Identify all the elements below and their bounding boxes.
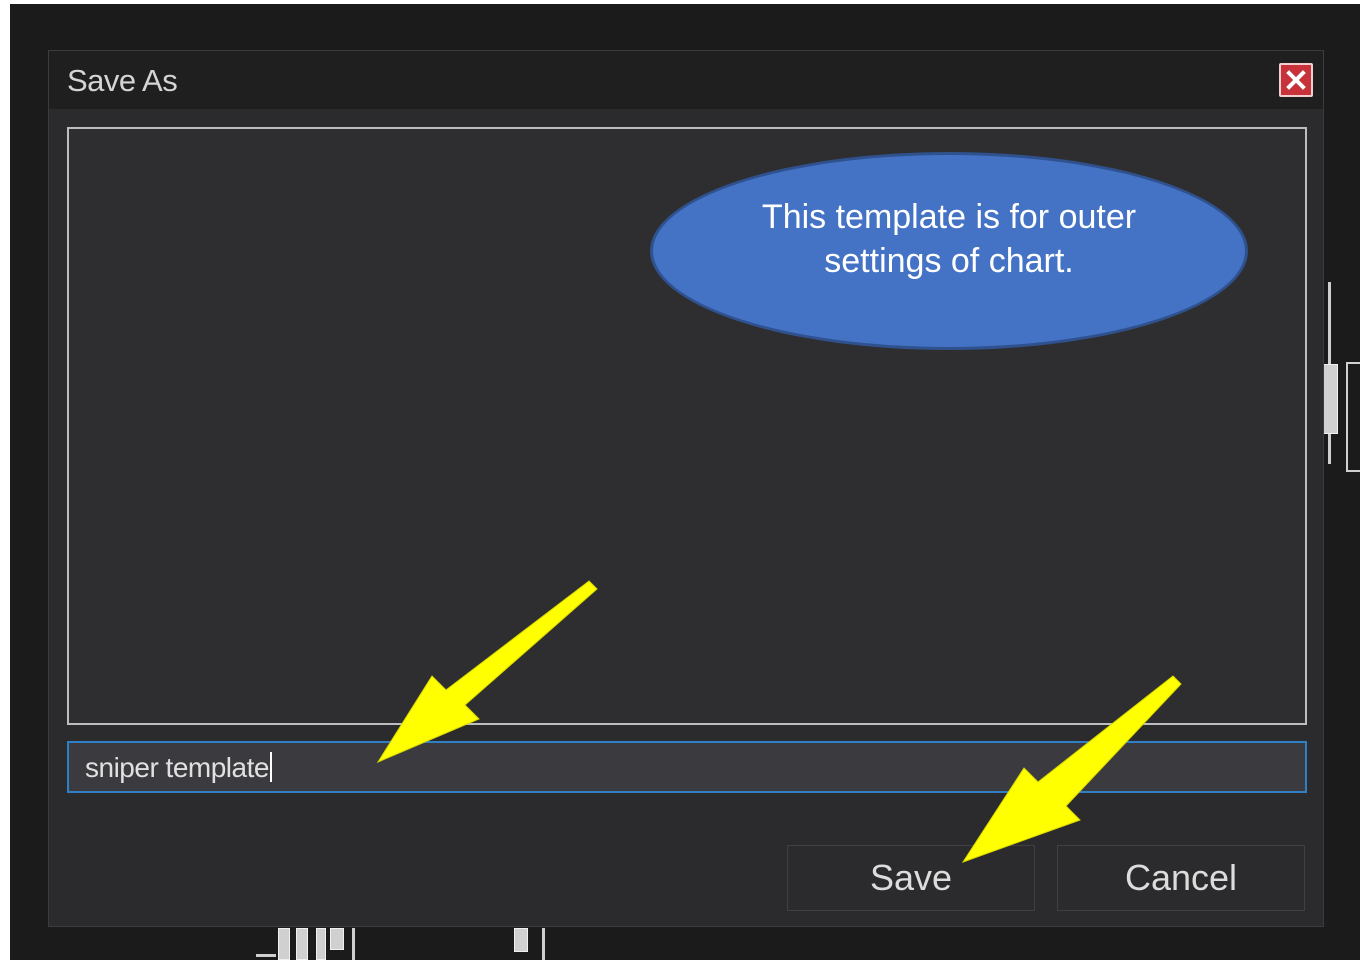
chart-candle	[278, 928, 290, 960]
chart-candle	[1346, 362, 1360, 472]
chart-candle-wick	[1328, 282, 1331, 364]
text-caret	[269, 752, 272, 782]
chart-candle-wick	[542, 928, 545, 960]
chart-candle	[1322, 364, 1338, 434]
filename-value: sniper template	[85, 752, 269, 783]
save-button[interactable]: Save	[787, 845, 1035, 911]
chart-candle-wick	[256, 954, 276, 957]
chart-candle-wick	[352, 928, 355, 960]
filename-input[interactable]: sniper template	[67, 741, 1307, 793]
cancel-button[interactable]: Cancel	[1057, 845, 1305, 911]
dialog-title: Save As	[67, 63, 178, 98]
chart-candle	[296, 928, 308, 960]
chart-candle	[316, 928, 326, 960]
close-icon	[1286, 70, 1306, 90]
chart-candle	[514, 928, 528, 952]
close-button[interactable]	[1279, 63, 1313, 97]
chart-candle-wick	[1328, 434, 1331, 464]
chart-candle	[330, 928, 344, 950]
dialog-titlebar: Save As	[49, 51, 1323, 109]
callout-text: This template is for outer settings of c…	[761, 198, 1137, 280]
annotation-callout: This template is for outer settings of c…	[650, 152, 1248, 350]
